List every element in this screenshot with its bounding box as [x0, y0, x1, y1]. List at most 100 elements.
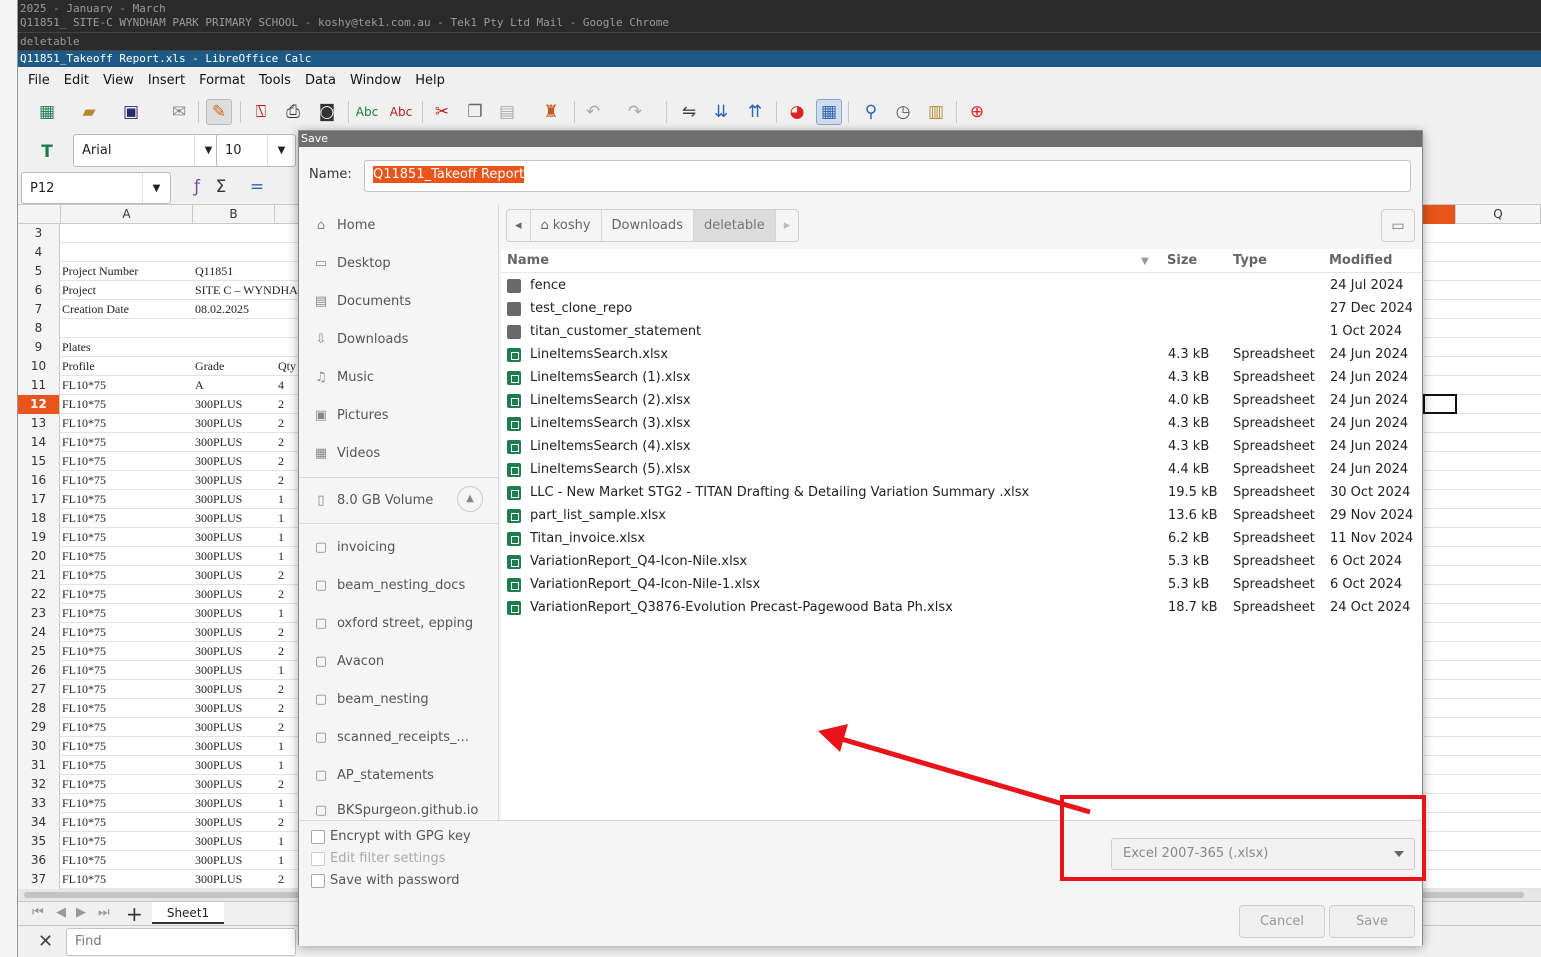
file-type-select[interactable]: Excel 2007-365 (.xlsx) [1111, 838, 1415, 870]
file-row[interactable]: VariationReport_Q3876-Evolution Precast-… [501, 597, 1422, 620]
path-back-button[interactable]: ◂ [507, 210, 531, 241]
menu-help[interactable]: Help [415, 73, 445, 88]
save-button[interactable]: Save [1329, 905, 1415, 938]
cell-a[interactable]: FL10*75 [62, 566, 192, 585]
cut-icon[interactable]: ✂ [429, 99, 455, 125]
corner-cell[interactable] [18, 205, 61, 224]
row-header[interactable]: 24 [18, 623, 60, 642]
type-column-header[interactable]: Type [1233, 253, 1267, 268]
row-header[interactable]: 4 [18, 243, 60, 262]
cell-a[interactable]: FL10*75 [62, 471, 192, 490]
place-documents[interactable]: ▤ Documents [313, 291, 411, 311]
row-header[interactable]: 7 [18, 300, 60, 319]
cell-a[interactable]: FL10*75 [62, 376, 192, 395]
background-window-title-3[interactable]: deletable [18, 33, 1541, 51]
row-header[interactable]: 37 [18, 870, 60, 889]
encrypt-gpg-checkbox[interactable]: Encrypt with GPG key [311, 829, 471, 844]
cell-a[interactable]: FL10*75 [62, 642, 192, 661]
path-forward-button[interactable]: ▸ [776, 210, 799, 241]
cell-a[interactable]: FL10*75 [62, 547, 192, 566]
row-header[interactable]: 35 [18, 832, 60, 851]
cancel-button[interactable]: Cancel [1239, 905, 1325, 938]
email-icon[interactable]: ✉ [166, 99, 192, 125]
row-header[interactable]: 12 [18, 395, 60, 414]
file-row[interactable]: VariationReport_Q4-Icon-Nile-1.xlsx 5.3 k… [501, 574, 1422, 597]
column-header-q[interactable]: Q [1456, 205, 1541, 224]
bookmark-item[interactable]: ▢ Avacon [313, 651, 384, 671]
sort-ascending-icon[interactable]: ⇊ [708, 99, 734, 125]
file-row[interactable]: LineItemsSearch (2).xlsx 4.0 kB Spreadshee… [501, 390, 1422, 413]
clone-formatting-icon[interactable]: ♜ [538, 99, 564, 125]
cell-a[interactable]: FL10*75 [62, 585, 192, 604]
row-header[interactable]: 36 [18, 851, 60, 870]
path-segment-current[interactable]: deletable [693, 210, 776, 241]
undo-icon[interactable]: ↶ [580, 99, 606, 125]
cell-a[interactable] [62, 319, 192, 338]
font-name-combo[interactable]: Arial ▼ [73, 134, 223, 167]
gallery-icon[interactable]: ▥ [923, 99, 949, 125]
name-column-header[interactable]: Name [507, 253, 549, 268]
cell-a[interactable]: FL10*75 [62, 509, 192, 528]
cell-a[interactable]: FL10*75 [62, 528, 192, 547]
cell-a[interactable]: FL10*75 [62, 414, 192, 433]
prev-sheet-icon[interactable]: ◀ [56, 905, 66, 920]
row-header[interactable]: 27 [18, 680, 60, 699]
cell-a[interactable]: FL10*75 [62, 433, 192, 452]
row-header[interactable]: 26 [18, 661, 60, 680]
save-password-checkbox[interactable]: Save with password [311, 873, 459, 888]
place-pictures[interactable]: ▣ Pictures [313, 405, 389, 425]
place-volume[interactable]: ▯ 8.0 GB Volume [313, 490, 433, 510]
navigator-icon[interactable]: ⚲ [858, 99, 884, 125]
add-sheet-icon[interactable]: + [126, 902, 143, 926]
next-sheet-icon[interactable]: ▶ [76, 905, 86, 920]
row-header[interactable]: 19 [18, 528, 60, 547]
size-column-header[interactable]: Size [1167, 253, 1197, 268]
menu-view[interactable]: View [103, 73, 134, 88]
file-row[interactable]: LineItemsSearch (3).xlsx 4.3 kB Spreadshee… [501, 413, 1422, 436]
selected-cell[interactable] [1423, 394, 1457, 414]
save-icon[interactable]: ▣ [118, 99, 144, 125]
path-segment[interactable]: Downloads [602, 210, 694, 241]
copy-icon[interactable]: ❐ [462, 99, 488, 125]
file-row[interactable]: titan_customer_statement 1 Oct 2024 [501, 321, 1422, 344]
first-sheet-icon[interactable]: ⏮ [32, 905, 44, 920]
print-icon[interactable]: ⎙ [280, 99, 306, 125]
row-header[interactable]: 16 [18, 471, 60, 490]
row-header[interactable]: 10 [18, 357, 60, 376]
edit-filter-checkbox[interactable]: Edit filter settings [311, 851, 446, 866]
cell-a[interactable]: Profile [62, 357, 192, 376]
row-header[interactable]: 21 [18, 566, 60, 585]
menu-format[interactable]: Format [199, 73, 245, 88]
insert-chart-icon[interactable]: ◕ [784, 99, 810, 125]
paste-icon[interactable]: ▤ [494, 99, 520, 125]
menu-insert[interactable]: Insert [148, 73, 185, 88]
export-pdf-icon[interactable]: ⍂ [248, 99, 274, 125]
row-header[interactable]: 15 [18, 452, 60, 471]
bookmark-item[interactable]: ▢ invoicing [313, 537, 396, 557]
cell-a[interactable]: FL10*75 [62, 851, 192, 870]
bookmark-item[interactable]: ▢ beam_nesting_docs [313, 575, 465, 595]
menu-data[interactable]: Data [305, 73, 336, 88]
row-header[interactable]: 33 [18, 794, 60, 813]
function-wizard-icon[interactable]: ƒ [184, 174, 210, 200]
bookmark-item[interactable]: ▢ BKSpurgeon.github.io [313, 803, 478, 817]
row-header[interactable]: 3 [18, 224, 60, 243]
modified-column-header[interactable]: Modified [1329, 253, 1392, 268]
file-row[interactable]: test_clone_repo 27 Dec 2024 [501, 298, 1422, 321]
bookmark-item[interactable]: ▢ scanned_receipts_... [313, 727, 469, 747]
sheet-tab[interactable]: Sheet1 [152, 902, 224, 924]
new-folder-button[interactable]: ▭ [1381, 209, 1415, 242]
place-home[interactable]: ⌂ Home [313, 215, 376, 235]
row-header[interactable]: 6 [18, 281, 60, 300]
cell-a[interactable]: Project [62, 281, 192, 300]
autospell-icon[interactable]: Abc [388, 99, 414, 125]
cell-a[interactable]: FL10*75 [62, 832, 192, 851]
row-header[interactable]: 32 [18, 775, 60, 794]
row-header[interactable]: 9 [18, 338, 60, 357]
row-header[interactable]: 34 [18, 813, 60, 832]
bookmark-item[interactable]: ▢ beam_nesting [313, 689, 429, 709]
print-preview-icon[interactable]: ◙ [314, 99, 340, 125]
cell-a[interactable]: FL10*75 [62, 699, 192, 718]
cell-a[interactable]: FL10*75 [62, 756, 192, 775]
cell-a[interactable]: FL10*75 [62, 813, 192, 832]
